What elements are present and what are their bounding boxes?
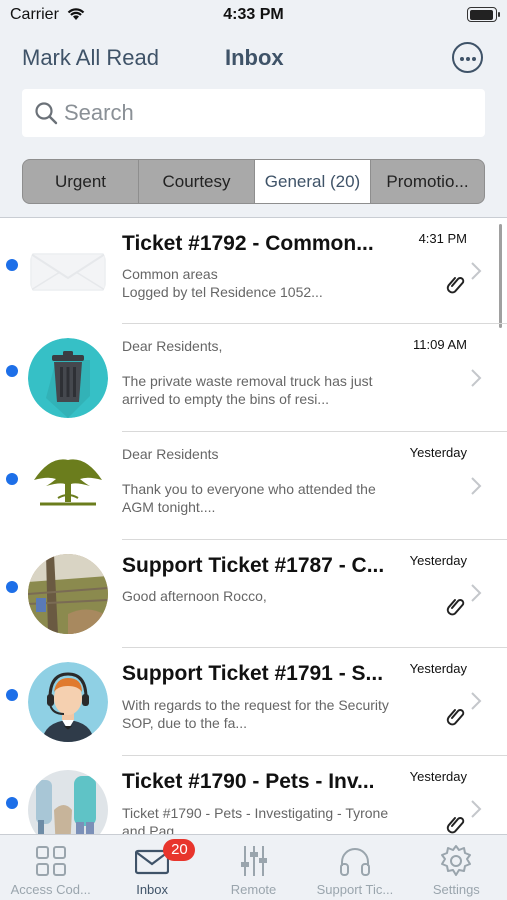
attachment-icon: [446, 817, 465, 834]
chevron-right-icon: [471, 477, 482, 495]
tab-inbox[interactable]: 20 Inbox: [101, 835, 202, 900]
segment-general[interactable]: General (20): [255, 160, 371, 203]
tab-support-tickets[interactable]: Support Tic...: [304, 835, 405, 900]
message-subtitle: Dear Residents: [122, 446, 219, 462]
unread-indicator: [6, 689, 18, 701]
support-agent-avatar-icon: [28, 662, 108, 742]
message-time: Yesterday: [409, 553, 467, 568]
chevron-right-icon: [471, 369, 482, 387]
message-preview: Ticket #1790 - Pets - Investigating - Ty…: [122, 805, 389, 834]
tab-label: Inbox: [136, 882, 169, 897]
message-preview: With regards to the request for the Secu…: [122, 697, 389, 731]
message-preview: The private waste removal truck has just…: [122, 373, 373, 407]
people-photo-avatar: [28, 770, 108, 834]
message-list[interactable]: Ticket #1792 - Common... 4:31 PM Common …: [0, 218, 507, 834]
tab-label: Settings: [432, 882, 480, 897]
attachment-icon: [446, 277, 465, 294]
more-options-button[interactable]: [452, 42, 483, 73]
segment-courtesy[interactable]: Courtesy: [139, 160, 255, 203]
unread-indicator: [6, 259, 18, 271]
segment-urgent[interactable]: Urgent: [23, 160, 139, 203]
attachment-icon: [446, 599, 465, 616]
attachment-icon: [446, 709, 465, 726]
search-bar: [22, 89, 485, 137]
message-title: Ticket #1790 - Pets - Inv...: [122, 770, 375, 793]
unread-indicator: [6, 473, 18, 485]
tab-settings[interactable]: Settings: [406, 835, 507, 900]
status-bar: Carrier 4:33 PM: [0, 0, 507, 34]
tab-bar: Access Cod... 20 Inbox Remote Support Ti…: [0, 834, 507, 900]
unread-count-badge: 20: [163, 839, 196, 861]
message-subtitle: Good afternoon Rocco,: [122, 588, 267, 604]
chevron-right-icon: [471, 692, 482, 710]
fence-photo-avatar: [28, 554, 108, 634]
tab-access-codes[interactable]: Access Cod...: [0, 835, 101, 900]
sliders-icon: [240, 846, 267, 876]
message-row[interactable]: Ticket #1790 - Pets - Inv... Yesterday T…: [0, 756, 507, 834]
message-title: Support Ticket #1791 - S...: [122, 662, 384, 685]
message-time: 4:31 PM: [418, 231, 467, 246]
message-row[interactable]: Support Ticket #1787 - C... Yesterday Go…: [0, 540, 507, 648]
grid-icon: [35, 846, 66, 876]
message-preview: Thank you to everyone who attended the A…: [122, 481, 376, 515]
chevron-right-icon: [471, 262, 482, 280]
unread-indicator: [6, 581, 18, 593]
message-row[interactable]: Dear Residents, 11:09 AM The private was…: [0, 324, 507, 432]
tab-label: Support Tic...: [316, 882, 394, 897]
headphones-icon: [339, 848, 370, 876]
message-time: Yesterday: [409, 661, 467, 676]
message-subtitle: Common areas: [122, 266, 218, 282]
tab-remote[interactable]: Remote: [203, 835, 304, 900]
unread-indicator: [6, 797, 18, 809]
message-row[interactable]: Dear Residents Yesterday Thank you to ev…: [0, 432, 507, 540]
message-time: 11:09 AM: [413, 337, 467, 352]
message-time: Yesterday: [409, 445, 467, 460]
chevron-right-icon: [471, 584, 482, 602]
battery-icon: [467, 7, 500, 22]
gear-icon: [441, 845, 472, 876]
chevron-right-icon: [471, 800, 482, 818]
more-circle-icon: [459, 56, 464, 61]
message-row[interactable]: Support Ticket #1791 - S... Yesterday Wi…: [0, 648, 507, 756]
message-title: Ticket #1792 - Common...: [122, 232, 374, 255]
message-row[interactable]: Ticket #1792 - Common... 4:31 PM Common …: [0, 218, 507, 326]
mark-all-read-button[interactable]: Mark All Read: [22, 45, 159, 71]
tab-label: Remote: [230, 882, 277, 897]
tab-label: Access Cod...: [10, 882, 91, 897]
envelope-avatar-icon: [28, 232, 108, 312]
unread-indicator: [6, 365, 18, 377]
trash-bin-avatar-icon: [28, 338, 108, 418]
page-title: Inbox: [225, 45, 284, 70]
segment-promotions[interactable]: Promotio...: [371, 160, 484, 203]
message-subtitle: Dear Residents,: [122, 338, 223, 354]
message-preview: Logged by tel Residence 1052...: [122, 284, 323, 300]
status-time: 4:33 PM: [223, 6, 284, 23]
inbox-header: Mark All Read Inbox Urgent Courtesy Gene…: [0, 34, 507, 218]
search-icon: [35, 102, 58, 125]
message-time: Yesterday: [409, 769, 467, 784]
category-segmented-control: Urgent Courtesy General (20) Promotio...: [22, 159, 485, 204]
search-input[interactable]: [64, 89, 474, 137]
message-title: Support Ticket #1787 - C...: [122, 554, 385, 577]
tree-logo-avatar-icon: [28, 446, 108, 526]
